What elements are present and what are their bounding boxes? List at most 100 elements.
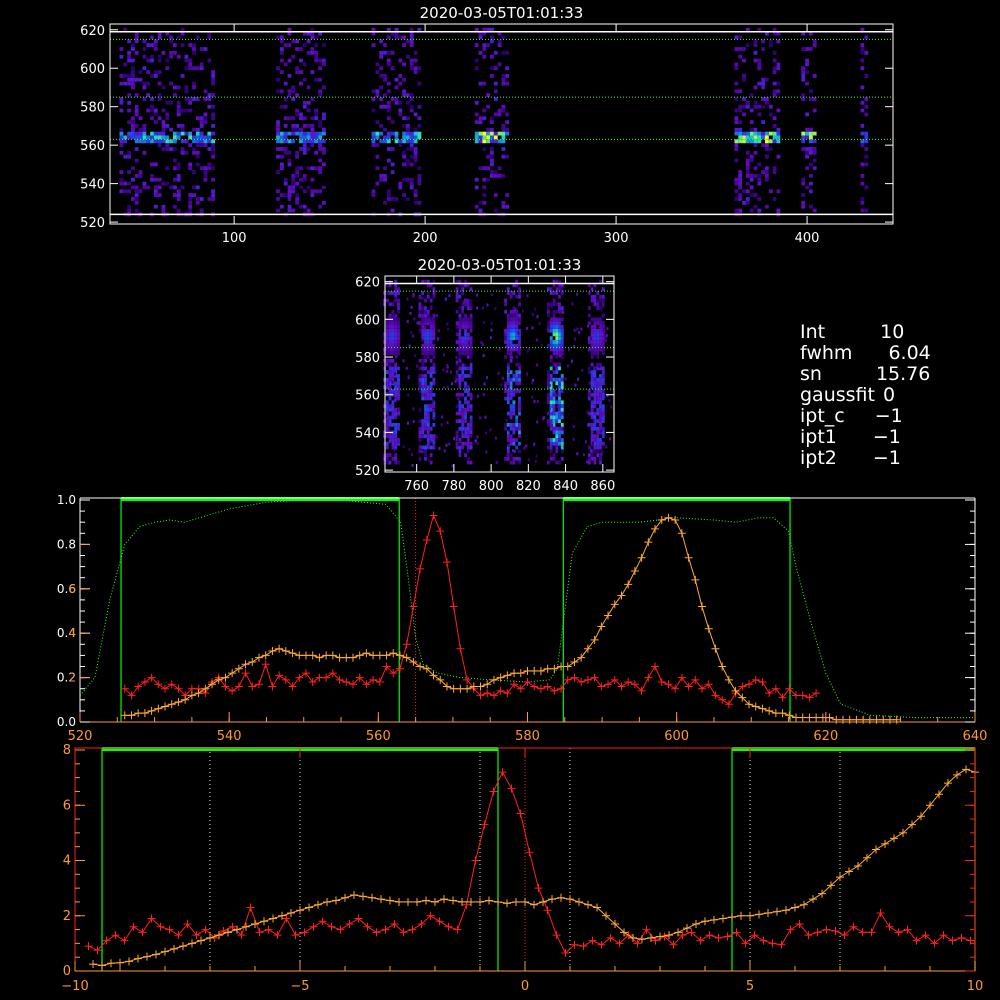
heatmap-pixel [176,166,181,171]
heatmap-pixel [386,197,391,201]
heatmap-pixel [280,162,284,167]
heatmap-pixel [506,453,509,457]
heatmap-pixel [192,150,196,155]
heatmap-pixel [131,185,135,190]
heatmap-pixel [482,166,487,171]
heatmap-pixel [432,336,436,341]
plus-marker [798,691,807,700]
heatmap-pixel [386,89,391,94]
heatmap-pixel [745,181,750,186]
heatmap-pixel [474,100,479,105]
heatmap-pixel [587,347,591,352]
plus-marker [604,680,613,689]
heatmap-pixel [501,124,506,128]
heatmap-pixel [412,334,415,338]
heatmap-pixel [458,426,462,431]
heatmap-pixel [509,336,513,341]
heatmap-pixel [469,430,473,435]
heatmap-pixel [413,127,418,132]
heatmap-pixel [131,81,135,86]
heatmap-pixel [809,174,813,178]
heatmap-pixel [165,143,170,147]
heatmap-pixel [558,430,561,435]
heatmap-pixel [127,100,131,105]
heatmap-pixel [424,419,427,423]
heatmap-pixel [749,158,754,163]
heatmap-pixel [173,93,177,97]
heatmap-pixel [276,147,280,151]
heatmap-pixel [512,460,516,465]
heatmap-pixel [474,185,479,190]
heatmap-pixel [734,89,739,94]
heatmap-pixel [493,50,498,55]
heatmap-pixel [549,392,553,397]
info-row-gaussfit: gaussfit 0 [800,385,931,406]
heatmap-pixel [188,208,193,213]
heatmap-pixel [593,400,597,405]
heatmap-pixel [146,139,151,144]
heatmap-pixel [469,306,473,310]
info-key-ipt1: ipt1 [800,426,837,448]
heatmap-pixel [432,332,436,337]
heatmap-pixel [518,302,521,307]
heatmap-pixel [455,374,459,378]
heatmap-pixel [119,189,124,194]
heatmap-pixel [753,204,758,209]
heatmap-pixel [518,407,521,412]
heatmap-pixel [429,396,433,401]
heatmap-pixel [379,124,384,128]
heatmap-pixel [461,426,465,431]
heatmap-pixel [390,120,395,124]
heatmap-pixel [588,458,591,462]
heatmap-pixel [531,312,534,316]
heatmap-pixel [466,336,470,341]
heatmap-pixel [455,294,459,299]
heatmap-pixel [478,139,483,144]
heatmap-pixel [564,377,567,381]
heatmap-pixel [398,139,403,144]
heatmap-pixel [409,104,414,109]
y-tick-label: 560 [80,139,105,154]
heatmap-pixel [745,158,750,163]
heatmap-pixel [482,147,487,151]
heatmap-pixel [809,139,813,144]
heatmap-pixel [119,170,124,174]
heatmap-pixel [157,185,162,190]
heatmap-pixel [490,321,493,325]
heatmap-pixel [424,392,427,397]
x-tick-label: 200 [413,231,438,246]
heatmap-pixel [173,147,177,151]
heatmap-pixel [424,449,427,454]
heatmap-pixel [738,174,743,178]
heatmap-pixel [435,434,438,438]
heatmap-pixel [474,204,479,209]
heatmap-pixel [192,43,196,47]
heatmap-pixel [509,453,513,457]
heatmap-pixel [772,70,777,74]
plus-marker [957,933,966,942]
heatmap-pixel [280,154,284,159]
heatmap-pixel [375,89,380,94]
heatmap-pixel [302,174,307,178]
heatmap-pixel [426,438,430,442]
plus-marker [234,664,243,673]
heatmap-pixel [165,139,170,144]
heatmap-pixel [461,374,465,378]
y-tick-label: 580 [80,101,105,116]
heatmap-pixel [407,393,410,397]
heatmap-pixel [169,185,173,190]
heatmap-pixel [599,415,602,420]
heatmap-pixel [429,434,433,439]
heatmap-pixel [446,421,449,425]
heatmap-pixel [371,89,376,94]
heatmap-pixel [310,143,315,147]
heatmap-pixel [134,77,139,82]
heatmap-pixel [322,112,326,117]
y-tick-label: 4 [63,854,71,869]
heatmap-pixel [150,135,154,140]
heatmap-pixel [142,185,147,190]
heatmap-pixel [558,377,561,382]
y-tick-label: 1.0 [57,493,76,507]
heatmap-pixel [397,332,400,337]
plus-marker [745,680,754,689]
